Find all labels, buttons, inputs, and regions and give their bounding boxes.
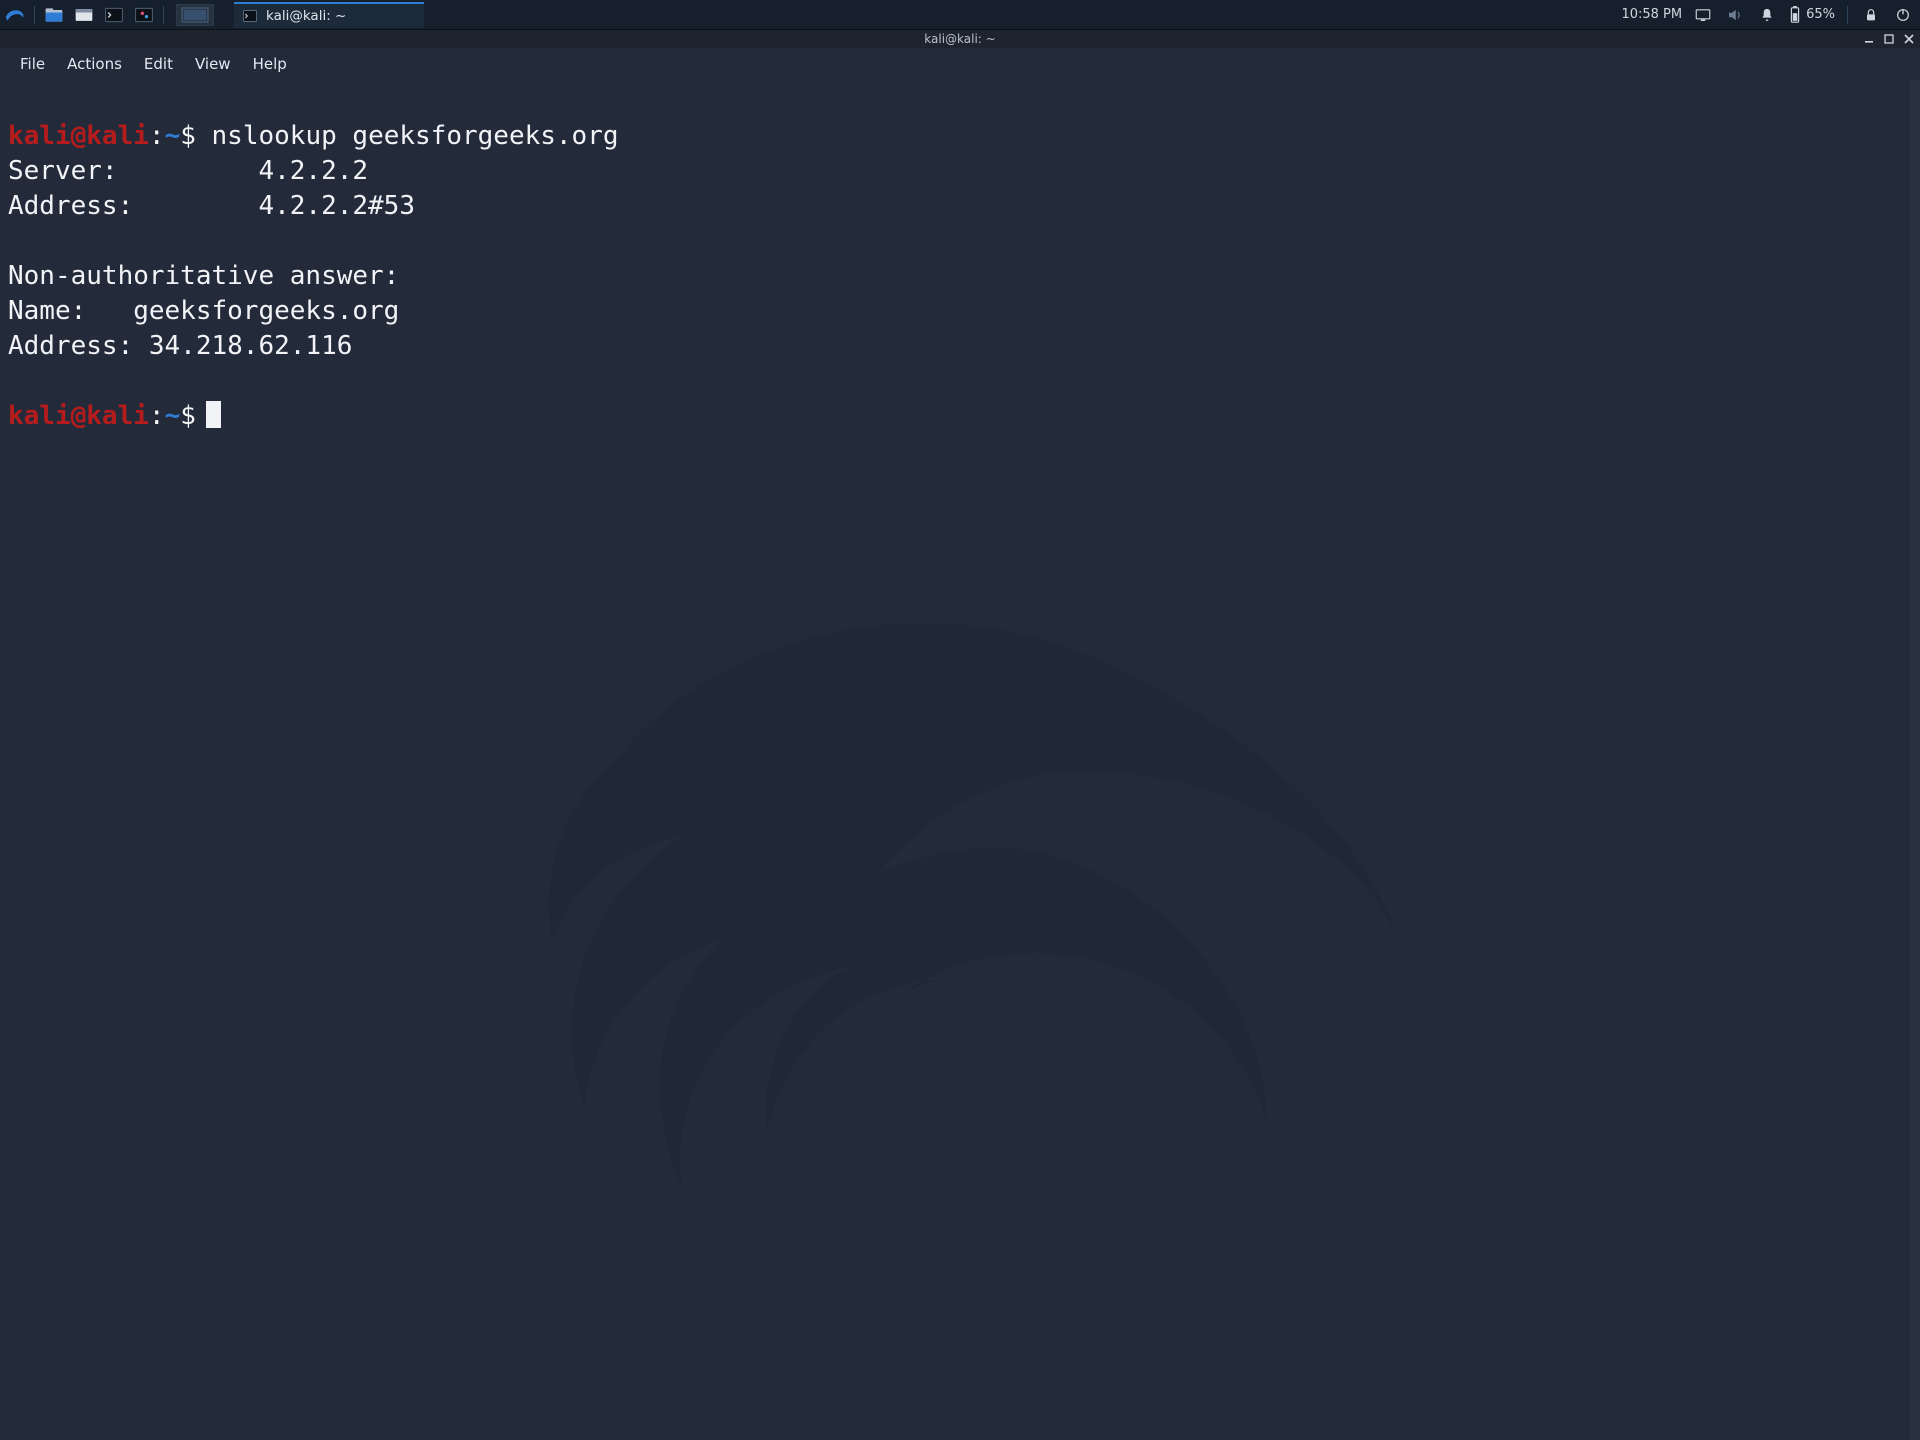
terminal-body[interactable]: kali@kali:~$ nslookup geeksforgeeks.org …	[0, 80, 1920, 1440]
display-tray[interactable]	[1692, 4, 1714, 26]
terminal-cursor	[206, 401, 221, 428]
prompt-sep: :	[149, 401, 165, 431]
prompt-dollar: $	[180, 121, 196, 151]
menu-view[interactable]: View	[185, 51, 241, 77]
top-panel: kali@kali: ~ 10:58 PM	[0, 0, 1920, 30]
browser-launcher[interactable]	[69, 0, 99, 30]
quick-launch-icons	[39, 0, 159, 30]
maximize-button[interactable]	[1880, 31, 1898, 47]
window-title: kali@kali: ~	[924, 32, 995, 46]
window-titlebar[interactable]: kali@kali: ~	[0, 30, 1920, 48]
power-tray[interactable]	[1892, 4, 1914, 26]
bell-icon	[1759, 7, 1775, 23]
output-line: Address: 34.218.62.116	[8, 331, 352, 361]
terminal-launcher[interactable]	[99, 0, 129, 30]
taskbar-app-label: kali@kali: ~	[266, 8, 346, 24]
maximize-icon	[1883, 33, 1895, 45]
battery-icon	[1788, 6, 1802, 24]
menu-file[interactable]: File	[10, 51, 55, 77]
close-icon	[1903, 33, 1915, 45]
output-line: Name: geeksforgeeks.org	[8, 296, 399, 326]
prompt-user: kali	[8, 401, 71, 431]
editor-launcher[interactable]	[129, 0, 159, 30]
menu-actions[interactable]: Actions	[57, 51, 132, 77]
panel-separator	[34, 6, 35, 24]
volume-icon	[1726, 6, 1744, 24]
panel-separator	[163, 6, 164, 24]
output-line: Address: 4.2.2.2#53	[8, 191, 415, 221]
battery-text: 65%	[1806, 7, 1835, 22]
taskbar-app-terminal[interactable]: kali@kali: ~	[234, 2, 424, 28]
panel-right-group: 10:58 PM 65%	[1621, 0, 1920, 29]
close-button[interactable]	[1900, 31, 1918, 47]
terminal-window: kali@kali: ~ File Actions Edit View Help…	[0, 30, 1920, 1440]
prompt-host: kali	[86, 401, 149, 431]
kali-logo-icon	[4, 4, 26, 26]
notifications-tray[interactable]	[1756, 4, 1778, 26]
battery-tray[interactable]: 65%	[1788, 4, 1835, 26]
scrollbar[interactable]	[1910, 80, 1920, 1440]
command-text: nslookup geeksforgeeks.org	[212, 121, 619, 151]
minimize-icon	[1863, 33, 1875, 45]
lock-tray[interactable]	[1860, 4, 1882, 26]
prompt-sep: :	[149, 121, 165, 151]
folder-icon	[74, 5, 94, 25]
prompt-path: ~	[165, 401, 181, 431]
menu-edit[interactable]: Edit	[134, 51, 183, 77]
power-icon	[1895, 7, 1911, 23]
prompt-dollar: $	[180, 401, 196, 431]
menu-help[interactable]: Help	[243, 51, 297, 77]
terminal-icon	[242, 8, 258, 24]
terminal-output: kali@kali:~$ nslookup geeksforgeeks.org …	[0, 80, 1920, 438]
display-icon	[1694, 6, 1712, 24]
minimize-button[interactable]	[1860, 31, 1878, 47]
panel-separator	[1847, 6, 1848, 24]
workspace-1[interactable]	[177, 5, 213, 25]
code-icon	[134, 5, 154, 25]
prompt-host: kali	[86, 121, 149, 151]
clock[interactable]: 10:58 PM	[1621, 7, 1682, 22]
folder-icon	[44, 5, 64, 25]
prompt-at: @	[71, 401, 87, 431]
output-line: Non-authoritative answer:	[8, 261, 399, 291]
window-controls	[1860, 30, 1918, 48]
prompt-at: @	[71, 121, 87, 151]
applications-menu-button[interactable]	[0, 0, 30, 30]
lock-icon	[1863, 7, 1879, 23]
output-line: Server: 4.2.2.2	[8, 156, 368, 186]
panel-left-group: kali@kali: ~	[0, 0, 424, 29]
terminal-icon	[104, 5, 124, 25]
terminal-menubar: File Actions Edit View Help	[0, 48, 1920, 80]
prompt-user: kali	[8, 121, 71, 151]
workspace-thumb-icon	[181, 7, 209, 23]
prompt-path: ~	[165, 121, 181, 151]
workspace-switcher[interactable]	[176, 4, 214, 26]
kali-dragon-watermark	[461, 462, 1501, 1262]
file-manager-launcher[interactable]	[39, 0, 69, 30]
volume-tray[interactable]	[1724, 4, 1746, 26]
